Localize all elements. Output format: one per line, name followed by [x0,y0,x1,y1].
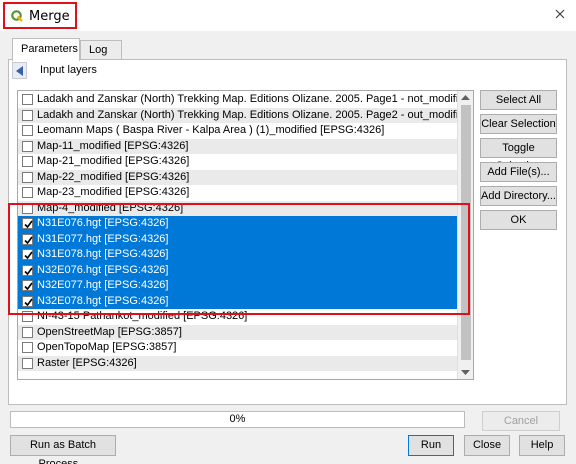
layer-checkbox[interactable] [22,233,33,245]
layer-label: Map-11_modified [EPSG:4326] [37,139,189,152]
layer-checkbox[interactable] [22,249,33,260]
layer-checkbox[interactable] [22,202,33,214]
layer-label: Ladakh and Zanskar (North) Trekking Map.… [37,93,458,105]
progress-label: 0% [229,413,246,425]
layer-row[interactable]: Map-22_modified [EPSG:4326] [18,169,458,185]
layer-row[interactable]: N31E078.hgt [EPSG:4326] [18,247,458,263]
vertical-scrollbar[interactable] [457,91,473,379]
layer-row[interactable]: Map-21_modified [EPSG:4326] [18,154,458,170]
layer-label: Leomann Maps ( Baspa River - Kalpa Area … [37,124,385,136]
scroll-thumb[interactable] [461,105,471,360]
layer-label: Map-4_modified [EPSG:4326] [37,201,184,214]
window-title: Merge [29,9,70,24]
layer-checkbox[interactable] [22,311,33,322]
layer-checkbox[interactable] [22,156,33,167]
help-button[interactable]: Help [519,435,565,456]
layer-checkbox[interactable] [22,171,33,183]
input-layers-label: Input layers [40,64,97,76]
layer-row[interactable]: OpenTopoMap [EPSG:3857] [18,340,458,356]
layer-checkbox[interactable] [22,326,33,338]
triangle-left-icon [16,66,23,76]
collapse-button[interactable] [12,62,27,79]
layer-checkbox[interactable] [22,218,33,229]
layer-checkbox[interactable] [22,264,33,276]
layer-row[interactable]: Raster [EPSG:4326] [18,355,458,371]
tab-parameters[interactable]: Parameters [12,38,80,61]
layer-checkbox[interactable] [22,125,33,136]
layer-row[interactable]: Leomann Maps ( Baspa River - Kalpa Area … [18,123,458,139]
layer-label: Ladakh and Zanskar (North) Trekking Map.… [37,108,458,121]
select-all-button[interactable]: Select All [480,90,557,110]
layer-checkbox[interactable] [22,295,33,307]
scroll-up-icon[interactable] [461,94,470,101]
layer-row[interactable]: OpenStreetMap [EPSG:3857] [18,324,458,340]
layer-label: Map-22_modified [EPSG:4326] [37,170,190,183]
layer-row[interactable]: Ladakh and Zanskar (North) Trekking Map.… [18,107,458,123]
layer-label: N32E076.hgt [EPSG:4326] [37,263,169,276]
layer-label: OpenTopoMap [EPSG:3857] [37,341,177,353]
layer-checkbox[interactable] [22,342,33,353]
layer-row[interactable]: N32E078.hgt [EPSG:4326] [18,293,458,309]
layer-checkbox[interactable] [22,187,33,198]
layer-label: N32E077.hgt [EPSG:4326] [37,279,169,291]
layer-label: N31E078.hgt [EPSG:4326] [37,248,169,260]
toggle-selection-button[interactable]: Toggle Selection [480,138,557,172]
run-button[interactable]: Run [408,435,454,456]
layer-label: Map-23_modified [EPSG:4326] [37,186,190,198]
layer-row[interactable]: N32E076.hgt [EPSG:4326] [18,262,458,278]
layer-row[interactable]: Map-23_modified [EPSG:4326] [18,185,458,201]
layer-row[interactable]: NI-43-15 Pathankot_modified [EPSG:4326] [18,309,458,325]
layer-label: NI-43-15 Pathankot_modified [EPSG:4326] [37,310,248,322]
progress-bar: 0% [10,411,465,428]
layer-label: N31E076.hgt [EPSG:4326] [37,217,169,229]
layer-label: Raster [EPSG:4326] [37,356,137,369]
add-directory-button[interactable]: Add Directory... [480,186,557,206]
layer-label: OpenStreetMap [EPSG:3857] [37,325,182,338]
layer-label: N32E078.hgt [EPSG:4326] [37,294,169,307]
layer-row[interactable]: Map-11_modified [EPSG:4326] [18,138,458,154]
layer-label: N31E077.hgt [EPSG:4326] [37,232,169,245]
layer-checkbox[interactable] [22,357,33,369]
layer-list-rows: Ladakh and Zanskar (North) Trekking Map.… [18,91,458,381]
title-highlight-box: Merge [3,2,77,29]
layer-row[interactable]: Map-4_modified [EPSG:4326] [18,200,458,216]
layer-checkbox[interactable] [22,94,33,105]
ok-button[interactable]: OK [480,210,557,230]
clear-selection-button[interactable]: Clear Selection [480,114,557,134]
scroll-down-icon[interactable] [461,369,470,376]
layer-row[interactable]: Ladakh and Zanskar (North) Trekking Map.… [18,92,458,108]
add-files-button[interactable]: Add File(s)... [480,162,557,182]
layer-list[interactable]: Ladakh and Zanskar (North) Trekking Map.… [17,90,474,380]
layer-row[interactable]: N32E077.hgt [EPSG:4326] [18,278,458,294]
layer-row[interactable]: N31E077.hgt [EPSG:4326] [18,231,458,247]
layer-label: Map-21_modified [EPSG:4326] [37,155,190,167]
layer-row[interactable]: N31E076.hgt [EPSG:4326] [18,216,458,232]
layer-checkbox[interactable] [22,140,33,152]
layer-checkbox[interactable] [22,109,33,121]
tab-log[interactable]: Log [80,40,122,60]
qgis-icon [11,10,23,22]
layer-checkbox[interactable] [22,280,33,291]
cancel-button[interactable]: Cancel [482,411,560,431]
batch-process-button[interactable]: Run as Batch Process... [10,435,116,464]
title-bar: Merge [0,0,576,31]
close-icon[interactable] [552,6,568,22]
close-button[interactable]: Close [464,435,510,456]
